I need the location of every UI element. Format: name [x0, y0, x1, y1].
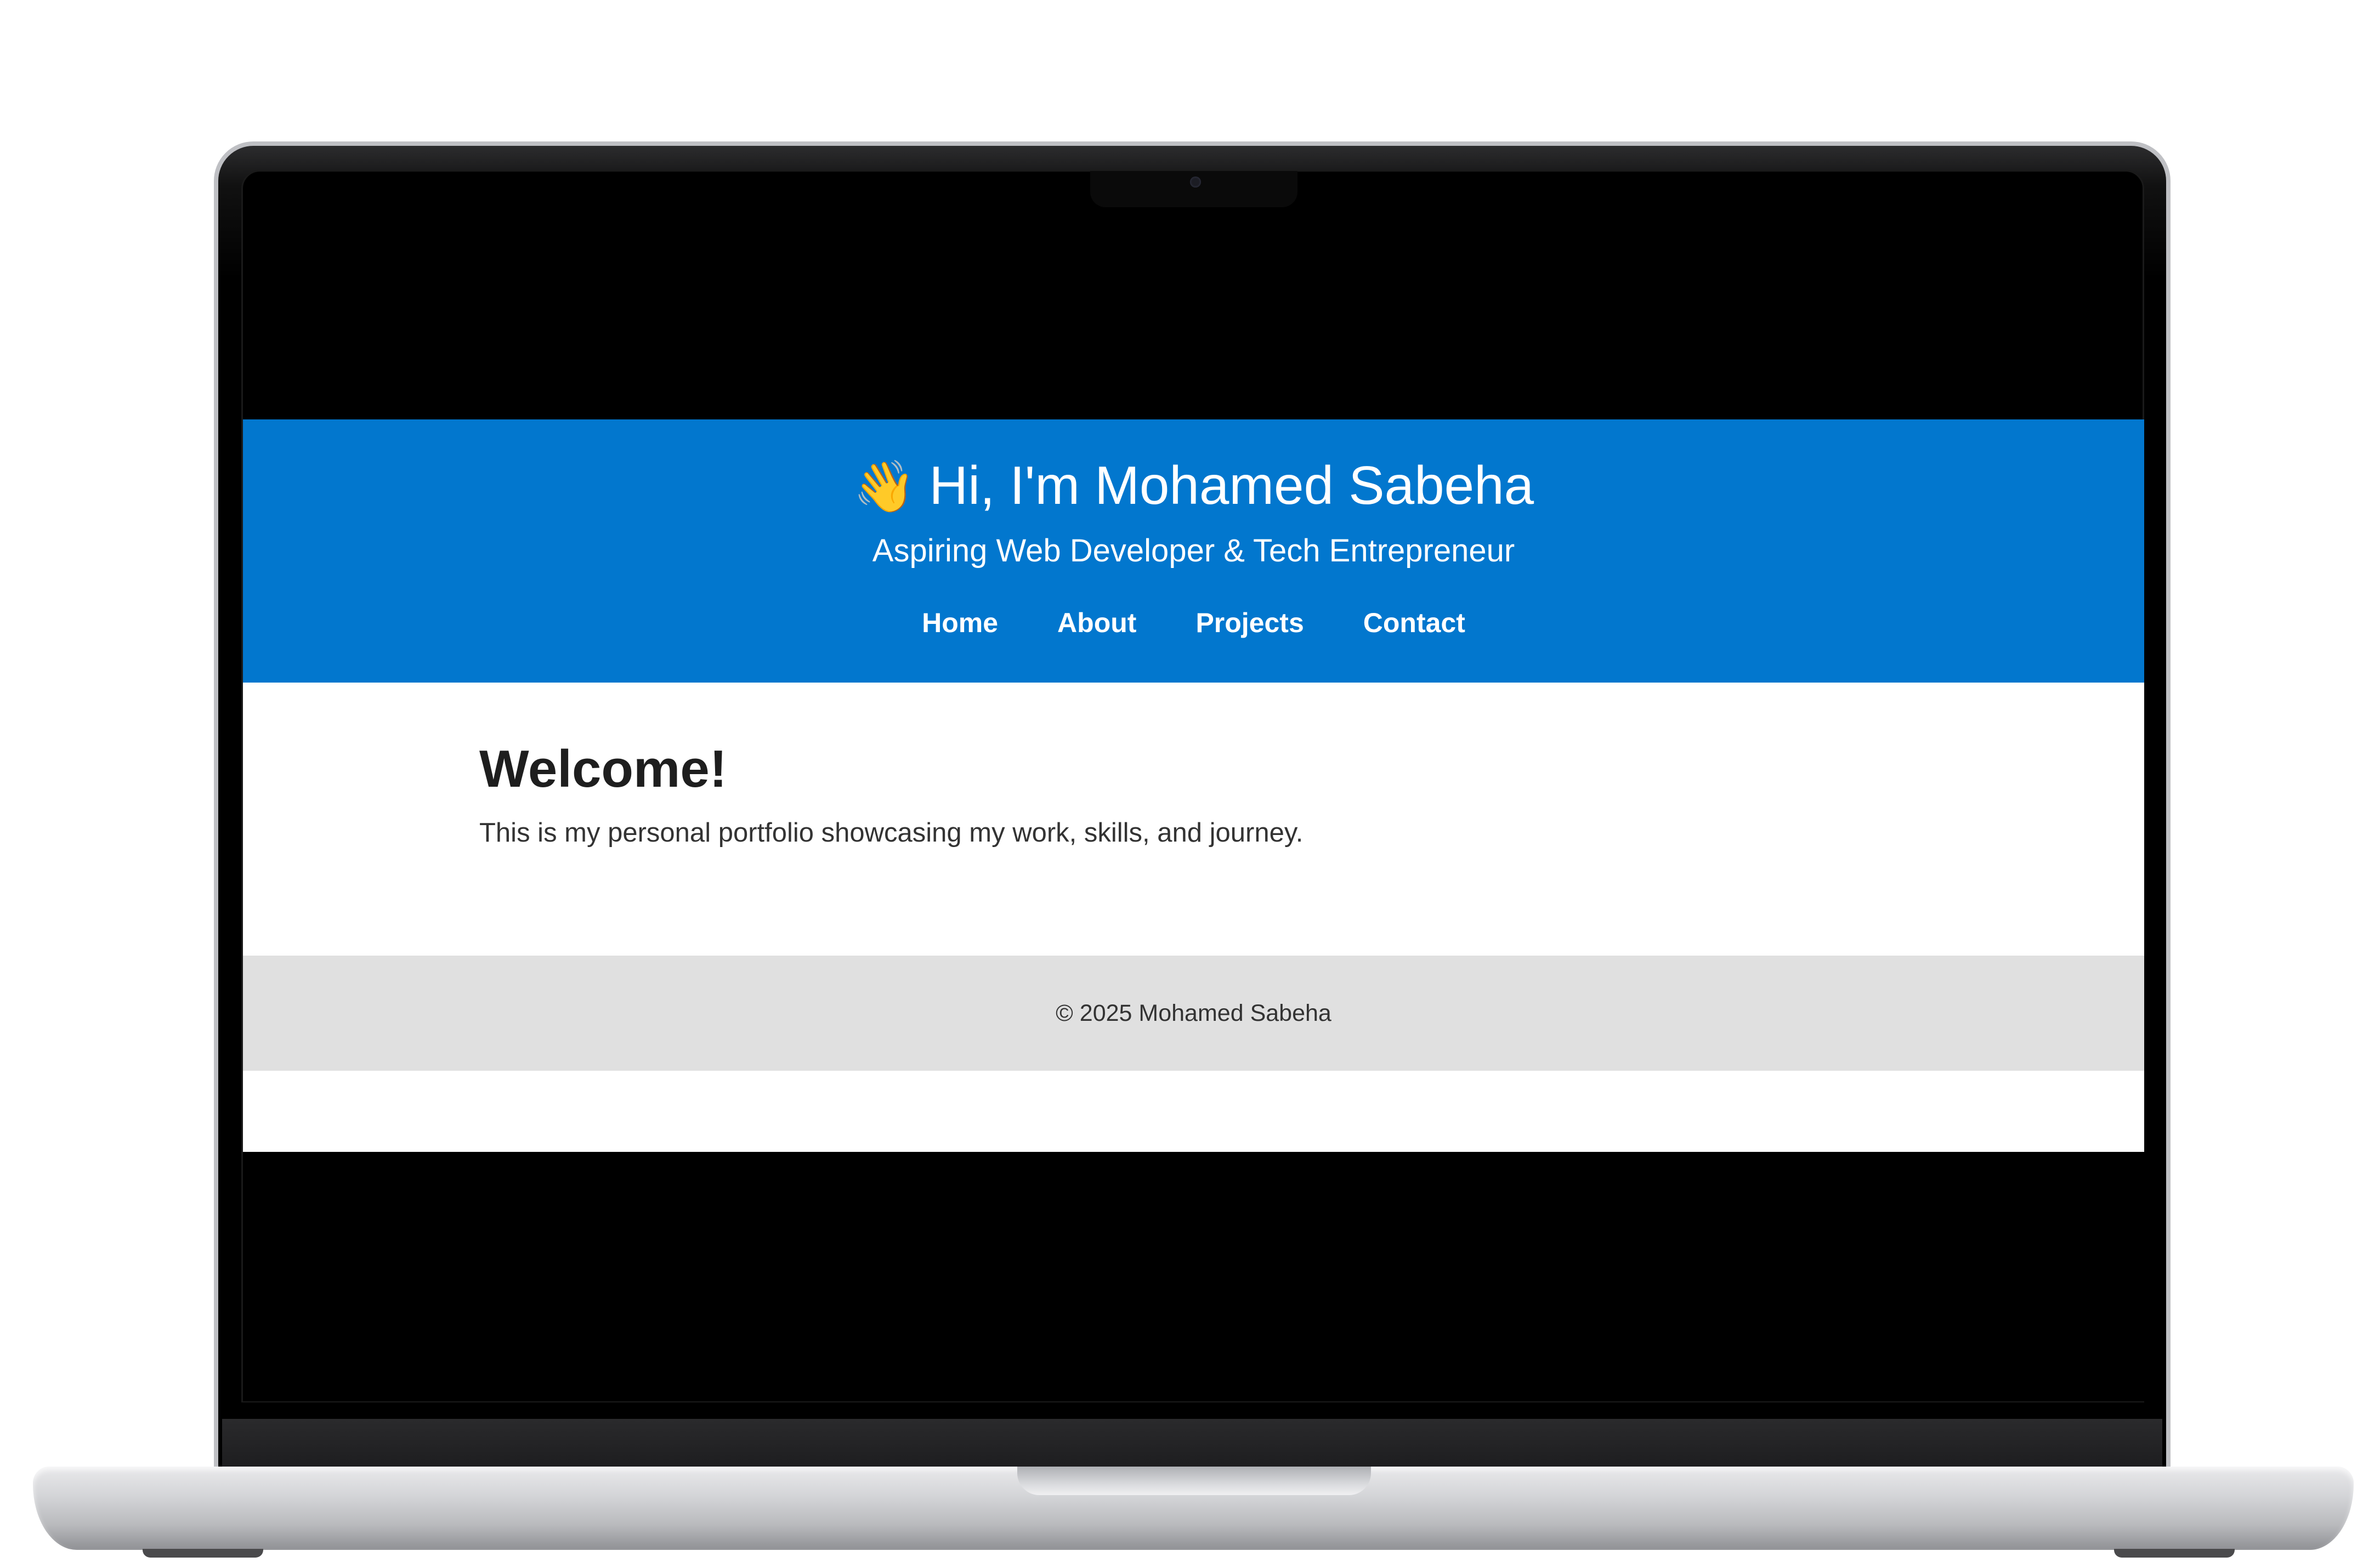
welcome-text: This is my personal portfolio showcasing…	[479, 818, 1304, 848]
laptop-mockup: 👋 Hi, I'm Mohamed Sabeha Aspiring Web Dev…	[0, 0, 2380, 1568]
welcome-heading: Welcome!	[479, 740, 727, 798]
footer-copyright: © 2025 Mohamed Sabeha	[1056, 999, 1331, 1026]
nav-link-projects[interactable]: Projects	[1195, 607, 1304, 639]
site-header: 👋 Hi, I'm Mohamed Sabeha Aspiring Web Dev…	[243, 419, 2144, 683]
laptop-foot-right	[2114, 1549, 2235, 1558]
nav-link-about[interactable]: About	[1057, 607, 1136, 639]
laptop-foot-left	[143, 1549, 263, 1558]
screen-viewport: 👋 Hi, I'm Mohamed Sabeha Aspiring Web Dev…	[243, 419, 2144, 1152]
nav-link-home[interactable]: Home	[922, 607, 998, 639]
screen-empty-area	[243, 1152, 2144, 1401]
camera-icon	[1190, 177, 1201, 188]
nav-link-contact[interactable]: Contact	[1363, 607, 1465, 639]
site-footer: © 2025 Mohamed Sabeha	[243, 956, 2144, 1071]
waving-hand-icon: 👋	[853, 459, 916, 515]
trackpad-notch	[1017, 1467, 1371, 1495]
main-content: Welcome! This is my personal portfolio s…	[479, 737, 1905, 851]
laptop-hinge	[222, 1419, 2162, 1469]
hero-title: 👋 Hi, I'm Mohamed Sabeha	[243, 453, 2144, 518]
hero-title-text: Hi, I'm Mohamed Sabeha	[929, 455, 1534, 515]
hero-subtitle: Aspiring Web Developer & Tech Entreprene…	[872, 533, 1515, 569]
main-nav: Home About Projects Contact	[243, 607, 2144, 639]
